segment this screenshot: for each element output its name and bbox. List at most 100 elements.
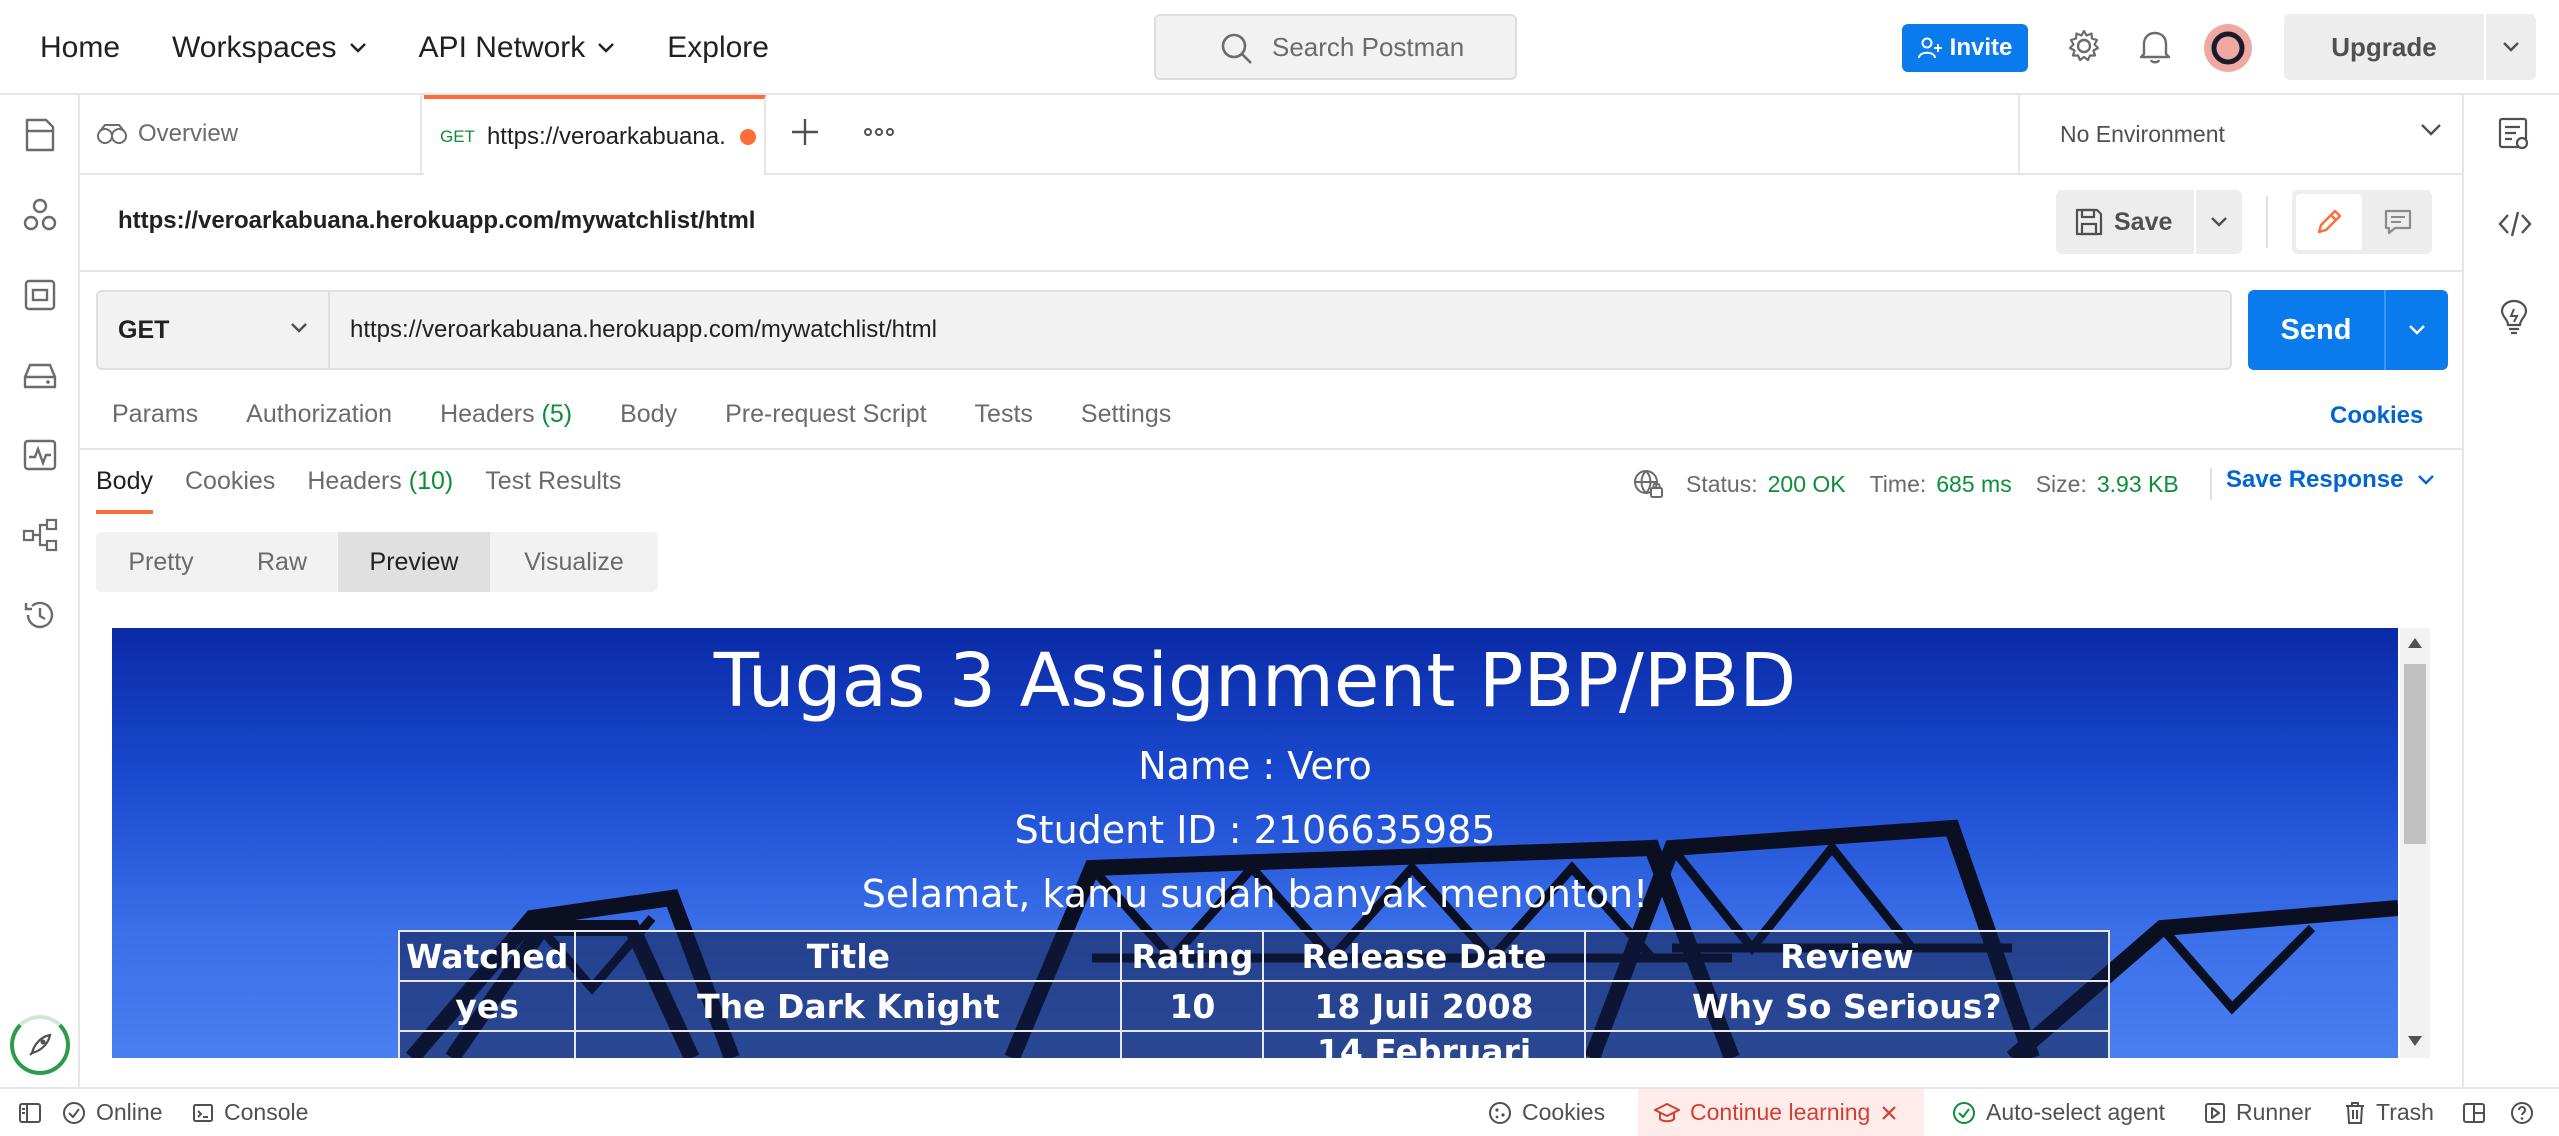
preview-scrollbar[interactable] xyxy=(2400,628,2430,1058)
tab-params[interactable]: Params xyxy=(112,400,198,429)
view-raw[interactable]: Raw xyxy=(226,532,338,592)
auto-select-agent-button[interactable]: Auto-select agent xyxy=(1952,1089,2165,1136)
two-pane-button[interactable] xyxy=(2462,1089,2486,1136)
request-name[interactable]: https://veroarkabuana.herokuapp.com/mywa… xyxy=(118,207,755,235)
send-button[interactable]: Send xyxy=(2248,290,2448,370)
mock-servers-icon[interactable] xyxy=(22,357,58,393)
continue-learning-button[interactable]: Continue learning xyxy=(1638,1089,1924,1136)
pencil-icon xyxy=(2314,207,2344,237)
send-dropdown[interactable] xyxy=(2384,290,2448,370)
comments-mode-button[interactable] xyxy=(2368,194,2428,250)
scrollbar-thumb[interactable] xyxy=(2404,664,2426,844)
tab-tests[interactable]: Tests xyxy=(975,400,1033,429)
tab-pre-request-script[interactable]: Pre-request Script xyxy=(725,400,926,429)
tab-settings-label: Settings xyxy=(1080,400,1172,428)
environment-selector[interactable]: No Environment xyxy=(2018,95,2462,173)
cookies-button[interactable]: Cookies xyxy=(1488,1089,1605,1136)
save-button[interactable]: Save xyxy=(2056,190,2194,254)
plus-icon[interactable] xyxy=(790,117,820,147)
scroll-up-icon[interactable] xyxy=(2408,638,2422,648)
nav-explore[interactable]: Explore xyxy=(667,31,769,65)
tab-settings[interactable]: Settings xyxy=(1081,400,1171,429)
environment-quick-look-icon[interactable] xyxy=(2498,117,2530,151)
gear-icon[interactable] xyxy=(2066,28,2102,64)
save-response-button[interactable]: Save Response xyxy=(2210,466,2435,500)
divider xyxy=(80,448,2462,450)
tab-authorization[interactable]: Authorization xyxy=(246,400,392,429)
view-visualize[interactable]: Visualize xyxy=(490,532,658,592)
nav-api-network-label: API Network xyxy=(418,30,586,64)
tab-overview[interactable]: Overview xyxy=(80,95,422,173)
avatar[interactable] xyxy=(2204,24,2252,72)
top-header: Home Workspaces API Network Explore Sear… xyxy=(0,0,2559,95)
continue-learning-label: Continue learning xyxy=(1690,1099,1871,1125)
view-pretty[interactable]: Pretty xyxy=(96,532,226,592)
tab-test-results[interactable]: Test Results xyxy=(485,467,621,496)
flows-icon[interactable] xyxy=(22,517,58,553)
history-icon[interactable] xyxy=(22,597,58,633)
tab-authorization-label: Authorization xyxy=(246,400,393,428)
search-icon xyxy=(1220,32,1254,66)
view-preview[interactable]: Preview xyxy=(338,532,490,592)
sidebar-toggle-icon xyxy=(18,1102,42,1124)
cookies-link[interactable]: Cookies xyxy=(2330,402,2423,430)
tab-response-body[interactable]: Body xyxy=(96,467,153,514)
table-row: yes Black Panther 10 14 Februari 2018 Wa… xyxy=(397,1030,2111,1058)
console-button[interactable]: Console xyxy=(192,1089,308,1136)
apis-icon[interactable] xyxy=(22,197,58,233)
rocket-icon[interactable] xyxy=(10,1015,70,1075)
overview-icon xyxy=(96,122,128,146)
upgrade-dropdown[interactable] xyxy=(2484,14,2536,80)
online-status[interactable]: Online xyxy=(62,1089,162,1136)
runner-label: Runner xyxy=(2236,1099,2312,1125)
nav-home[interactable]: Home xyxy=(40,31,120,65)
chevron-down-icon xyxy=(290,322,308,334)
url-input[interactable]: https://veroarkabuana.herokuapp.com/mywa… xyxy=(330,292,937,368)
help-button[interactable] xyxy=(2510,1089,2534,1136)
response-tabs: Body Cookies Headers (10) Test Results xyxy=(96,467,621,514)
floppy-icon xyxy=(2074,207,2104,237)
toggle-sidebar-button[interactable] xyxy=(18,1089,42,1136)
tab-body[interactable]: Body xyxy=(620,400,677,429)
runner-button[interactable]: Runner xyxy=(2204,1089,2311,1136)
nav-workspaces[interactable]: Workspaces xyxy=(172,31,367,65)
scroll-down-icon[interactable] xyxy=(2408,1036,2422,1046)
nav-api-network[interactable]: API Network xyxy=(419,31,616,65)
mode-toggle xyxy=(2292,190,2432,254)
cell-rating: 10 xyxy=(1120,1030,1265,1058)
check-circle-icon xyxy=(62,1101,86,1125)
chevron-down-icon xyxy=(2417,474,2435,486)
tab-body-label: Body xyxy=(620,400,678,428)
chevron-down-icon xyxy=(2210,216,2228,228)
monitors-icon[interactable] xyxy=(22,437,58,473)
more-icon[interactable] xyxy=(864,125,894,139)
trash-icon xyxy=(2344,1101,2366,1125)
cell-watched: yes xyxy=(397,1030,577,1058)
code-icon[interactable] xyxy=(2498,209,2532,239)
tab-response-cookies[interactable]: Cookies xyxy=(185,467,275,496)
cell-review: Why So Serious? xyxy=(1583,980,2111,1032)
tab-active-request[interactable]: GET https://veroarkabuana. xyxy=(424,95,766,175)
tab-response-headers[interactable]: Headers (10) xyxy=(307,467,453,496)
save-dropdown[interactable] xyxy=(2196,190,2242,254)
collections-icon[interactable] xyxy=(22,117,58,153)
close-icon[interactable] xyxy=(1880,1104,1898,1122)
preview-content: Tugas 3 Assignment PBP/PBD Name : Vero S… xyxy=(112,628,2398,926)
trash-button[interactable]: Trash xyxy=(2344,1089,2434,1136)
edit-mode-button[interactable] xyxy=(2296,194,2362,250)
bell-icon[interactable] xyxy=(2138,28,2172,64)
header-title: Title xyxy=(574,930,1123,982)
response-preview: Tugas 3 Assignment PBP/PBD Name : Vero S… xyxy=(112,628,2430,1058)
environments-icon[interactable] xyxy=(22,277,58,313)
globe-lock-icon[interactable] xyxy=(1632,468,1664,500)
nav-workspaces-label: Workspaces xyxy=(172,30,337,64)
table-row: yes The Dark Knight 10 18 Juli 2008 Why … xyxy=(397,980,2111,1032)
method-select[interactable]: GET xyxy=(98,292,330,368)
search-bar[interactable]: Search Postman xyxy=(1154,14,1517,80)
upgrade-button[interactable]: Upgrade xyxy=(2284,14,2536,80)
tab-headers[interactable]: Headers (5) xyxy=(440,400,572,429)
tab-response-cookies-label: Cookies xyxy=(184,467,276,495)
right-sidebar xyxy=(2462,95,2559,1087)
invite-button[interactable]: Invite xyxy=(1902,24,2028,72)
lightbulb-icon[interactable] xyxy=(2498,299,2530,335)
